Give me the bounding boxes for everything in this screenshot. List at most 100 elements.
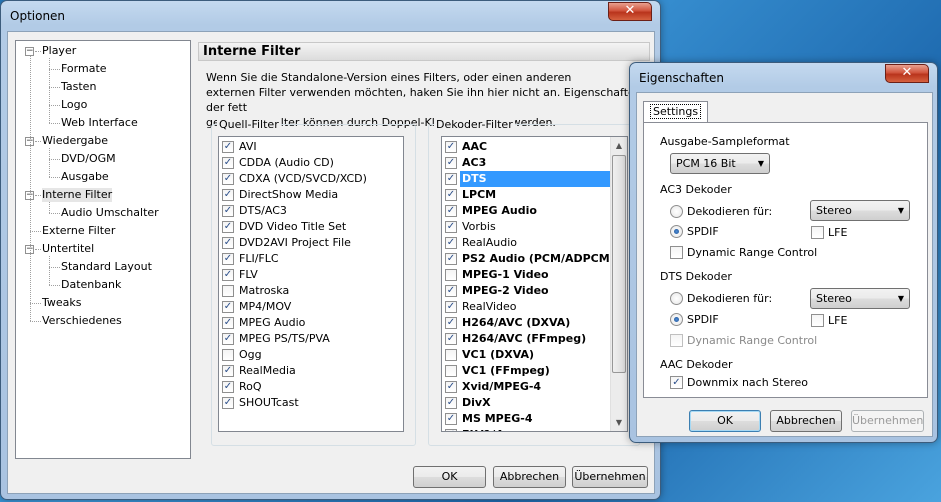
tree-child[interactable]: Audio Umschalter [61,206,159,220]
filter-checkbox[interactable] [222,349,234,361]
dts-decode-radio[interactable] [670,292,683,305]
filter-checkbox[interactable]: ✓ [445,173,457,185]
filter-checkbox[interactable]: ✓ [222,269,234,281]
dts-lfe-checkbox[interactable] [811,314,824,327]
properties-ok-button[interactable]: OK [689,410,761,432]
filter-checkbox[interactable]: ✓ [445,141,457,153]
tree-node[interactable]: Interne Filter [42,188,113,202]
dts-spdif-radio[interactable] [670,313,683,326]
tree-connector [49,159,60,160]
filter-label: VC1 (DXVA) [462,348,535,361]
tree-connector [35,51,41,52]
filter-checkbox[interactable]: ✓ [445,301,457,313]
tree-node[interactable]: Verschiedenes [42,314,122,328]
filter-checkbox[interactable]: ✓ [222,157,234,169]
filter-checkbox[interactable]: ✓ [445,285,457,297]
dts-drc-checkbox[interactable] [670,334,683,347]
filter-checkbox[interactable]: ✓ [222,189,234,201]
filter-checkbox[interactable]: ✓ [222,141,234,153]
tree-connector [30,231,41,232]
filter-checkbox[interactable]: ✓ [445,205,457,217]
tree-child[interactable]: Logo [61,98,87,112]
properties-cancel-button[interactable]: Abbrechen [770,410,842,432]
scroll-thumb[interactable] [612,155,626,373]
list-item[interactable]: ✓ DTS [444,171,610,187]
filter-label: Vorbis [462,220,496,233]
dts-speaker-select[interactable]: Stereo ▼ [810,288,910,309]
decoder-list-scrollbar[interactable]: ▲ ▼ [610,137,627,431]
tree-child[interactable]: Standard Layout [61,260,152,274]
tree-child[interactable]: Ausgabe [61,170,109,184]
properties-window-title: Eigenschaften [639,71,725,85]
ac3-lfe-checkbox[interactable] [811,226,824,239]
filter-checkbox[interactable]: ✓ [222,173,234,185]
filter-checkbox[interactable]: ✓ [222,333,234,345]
tree-child[interactable]: Formate [61,62,107,76]
filter-checkbox[interactable]: ✓ [222,301,234,313]
tree-connector [30,303,41,304]
filter-checkbox[interactable]: ✓ [222,205,234,217]
ac3-decode-radio[interactable] [670,205,683,218]
filter-checkbox[interactable]: ✓ [222,221,234,233]
filter-checkbox[interactable] [445,269,457,281]
filter-checkbox[interactable]: ✓ [445,381,457,393]
filter-checkbox[interactable]: ✓ [445,157,457,169]
ac3-speaker-select[interactable]: Stereo ▼ [810,200,910,221]
tree-child[interactable]: Web Interface [61,116,138,130]
decoder-filters-label: Dekoder-Filter [434,118,515,131]
filter-checkbox[interactable] [445,349,457,361]
tree-node[interactable]: Untertitel [42,242,94,256]
filter-checkbox[interactable]: ✓ [445,413,457,425]
filter-checkbox[interactable]: ✓ [222,381,234,393]
filter-label: DTS/AC3 [239,204,287,217]
ac3-drc-checkbox[interactable] [670,246,683,259]
filter-checkbox[interactable] [445,365,457,377]
filter-checkbox[interactable]: ✓ [445,333,457,345]
sample-format-select[interactable]: PCM 16 Bit ▼ [670,153,770,174]
tree-node[interactable]: Tweaks [42,296,82,310]
filter-checkbox[interactable]: ✓ [445,189,457,201]
aac-downmix-checkbox[interactable]: ✓ [670,376,683,389]
scroll-down-icon[interactable]: ▼ [611,414,627,431]
tree-child[interactable]: DVD/OGM [61,152,116,166]
filter-checkbox[interactable]: ✓ [445,317,457,329]
filter-label: PS2 Audio (PCM/ADPCM) [462,252,615,265]
filter-checkbox[interactable]: ✓ [222,397,234,409]
filter-label: MPEG PS/TS/PVA [239,332,330,345]
options-cancel-button[interactable]: Abbrechen [493,466,566,488]
filter-checkbox[interactable]: ✓ [445,221,457,233]
tree-collapse-icon[interactable]: − [25,47,34,56]
ac3-speaker-value: Stereo [816,204,852,217]
tree-connector [49,256,50,285]
filter-checkbox[interactable]: ✓ [222,237,234,249]
source-filters-list[interactable]: ✓ AVI ✓ CDDA (Audio CD) ✓ CDXA (VCD/SVCD/XCD)… [218,136,404,432]
filter-checkbox[interactable] [222,285,234,297]
tree-node[interactable]: Player [42,44,76,58]
tree-child[interactable]: Datenbank [61,278,121,292]
filter-checkbox[interactable]: ✓ [222,253,234,265]
filter-checkbox[interactable]: ✓ [445,253,457,265]
tree-node[interactable]: Wiedergabe [42,134,108,148]
dts-drc-label: Dynamic Range Control [687,334,818,347]
options-close-button[interactable]: ✕ [608,2,652,21]
filter-label: MPEG-2 Video [462,284,549,297]
options-titlebar[interactable]: Optionen ✕ [1,1,660,29]
options-ok-button[interactable]: OK [413,466,486,488]
options-tree[interactable]: Player − Formate Tasten Logo Web Interface Wie… [15,40,191,459]
filter-checkbox[interactable]: ✓ [222,365,234,377]
properties-close-button[interactable]: ✕ [885,64,929,83]
tab-settings[interactable]: Settings [643,101,709,122]
filter-checkbox[interactable]: ✓ [222,317,234,329]
tree-child[interactable]: Tasten [61,80,96,94]
filter-label: RoQ [239,380,262,393]
filter-checkbox[interactable]: ✓ [445,429,457,431]
tree-node[interactable]: Externe Filter [42,224,115,238]
filter-checkbox[interactable]: ✓ [445,237,457,249]
filter-checkbox[interactable]: ✓ [445,397,457,409]
options-apply-button[interactable]: Übernehmen [572,466,648,488]
scroll-up-icon[interactable]: ▲ [611,137,627,154]
properties-titlebar[interactable]: Eigenschaften ✕ [630,63,937,91]
ac3-spdif-radio[interactable] [670,225,683,238]
properties-apply-button: Übernehmen [851,410,924,432]
decoder-filters-list[interactable]: ✓ AAC ✓ AC3 ✓ DTS ✓ LPCM ✓ MPEG Audio ✓ Vorbis ✓ Real… [441,136,628,432]
